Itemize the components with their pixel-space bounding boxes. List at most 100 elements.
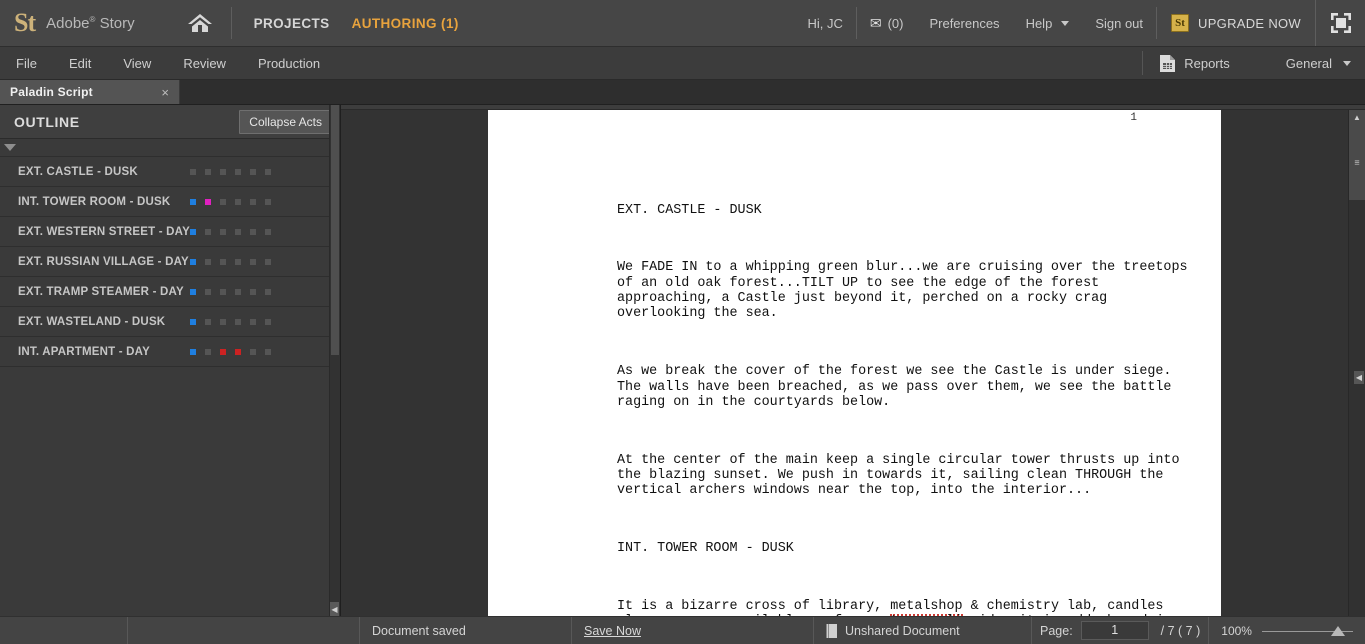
menu-production[interactable]: Production — [242, 47, 336, 80]
outline-dot-0[interactable] — [190, 168, 196, 175]
menu-file[interactable]: File — [0, 47, 53, 80]
outline-dot-4[interactable] — [250, 348, 256, 355]
outline-dot-0[interactable] — [190, 288, 196, 295]
nav-projects[interactable]: PROJECTS — [254, 16, 330, 31]
outline-dot-5[interactable] — [265, 288, 271, 295]
messages-button[interactable]: ✉ (0) — [857, 15, 917, 32]
outline-dot-3[interactable] — [235, 288, 241, 295]
outline-dot-0[interactable] — [190, 198, 196, 205]
script-page[interactable]: 1 EXT. CASTLE - DUSK We FADE IN to a whi… — [488, 110, 1221, 616]
outline-dot-1[interactable] — [205, 168, 211, 175]
outline-dot-3[interactable] — [235, 318, 241, 325]
outline-dot-2[interactable] — [220, 318, 226, 325]
outline-dot-1[interactable] — [205, 318, 211, 325]
save-now-cell: Save Now — [572, 617, 814, 644]
outline-item-dots — [190, 228, 271, 235]
tab-paladin-script[interactable]: Paladin Script × — [0, 80, 180, 104]
outline-item-dots — [190, 258, 271, 265]
save-now-link[interactable]: Save Now — [584, 624, 641, 638]
help-menu[interactable]: Help — [1013, 16, 1083, 31]
zoom-slider[interactable] — [1261, 624, 1353, 638]
outline-item-dots — [190, 198, 271, 205]
outline-dot-1[interactable] — [205, 228, 211, 235]
triangle-down-icon[interactable] — [4, 144, 16, 151]
script-text-body[interactable]: EXT. CASTLE - DUSK We FADE IN to a whipp… — [617, 172, 1191, 616]
upgrade-now-button[interactable]: St UPGRADE NOW — [1157, 14, 1315, 32]
outline-item-label: EXT. TRAMP STEAMER - DAY — [18, 285, 184, 298]
outline-dot-2[interactable] — [220, 198, 226, 205]
sidebar-resize-handle[interactable]: ◀ — [330, 602, 339, 616]
menu-view[interactable]: View — [107, 47, 167, 80]
outline-dot-4[interactable] — [250, 258, 256, 265]
outline-act-toggle-row — [0, 139, 340, 157]
reports-button[interactable]: Reports — [1142, 51, 1246, 75]
document-scrollbar[interactable]: ▲ ≡ ◀ — [1348, 110, 1365, 616]
outline-item-dots — [190, 168, 271, 175]
scroll-up-arrow-icon[interactable]: ▲ — [1349, 110, 1365, 125]
outline-dot-1[interactable] — [205, 258, 211, 265]
panel-resize-handle[interactable]: ◀ — [1354, 371, 1364, 384]
messages-count: (0) — [887, 15, 904, 31]
brand-adobe-text: Adobe — [46, 14, 90, 32]
outline-dot-5[interactable] — [265, 318, 271, 325]
outline-dot-5[interactable] — [265, 348, 271, 355]
outline-dot-2[interactable] — [220, 168, 226, 175]
outline-dot-2[interactable] — [220, 228, 226, 235]
zoom-slider-knob[interactable] — [1331, 625, 1346, 636]
outline-dot-3[interactable] — [235, 198, 241, 205]
outline-dot-5[interactable] — [265, 198, 271, 205]
page-navigation-cell: Page: 1 / 7 ( 7 ) — [1032, 617, 1210, 644]
outline-item-3[interactable]: EXT. RUSSIAN VILLAGE - DAY — [0, 247, 340, 277]
outline-dot-3[interactable] — [235, 168, 241, 175]
brand-name: Adobe® Story — [46, 14, 135, 32]
outline-dot-4[interactable] — [250, 318, 256, 325]
menu-edit[interactable]: Edit — [53, 47, 107, 80]
outline-dot-5[interactable] — [265, 228, 271, 235]
outline-dot-3[interactable] — [235, 348, 241, 355]
page-number-input[interactable]: 1 — [1080, 621, 1149, 640]
sidebar-scrollbar[interactable]: ◀ — [329, 105, 340, 616]
collapse-acts-button[interactable]: Collapse Acts — [239, 109, 332, 134]
outline-item-5[interactable]: EXT. WASTELAND - DUSK — [0, 307, 340, 337]
outline-dot-1[interactable] — [205, 348, 211, 355]
status-cell-blank — [128, 617, 360, 644]
outline-dot-4[interactable] — [250, 288, 256, 295]
sign-out-link[interactable]: Sign out — [1082, 16, 1156, 31]
primary-nav: PROJECTS AUTHORING (1) — [232, 16, 459, 31]
outline-dot-1[interactable] — [205, 198, 211, 205]
view-mode-select[interactable]: General — [1246, 56, 1365, 71]
outline-dot-4[interactable] — [250, 168, 256, 175]
outline-item-6[interactable]: INT. APARTMENT - DAY — [0, 337, 340, 367]
outline-dot-0[interactable] — [190, 258, 196, 265]
outline-item-0[interactable]: EXT. CASTLE - DUSK — [0, 157, 340, 187]
outline-dot-5[interactable] — [265, 168, 271, 175]
fullscreen-button[interactable] — [1315, 0, 1365, 46]
outline-dot-3[interactable] — [235, 258, 241, 265]
outline-dot-2[interactable] — [220, 258, 226, 265]
outline-item-4[interactable]: EXT. TRAMP STEAMER - DAY — [0, 277, 340, 307]
outline-dot-1[interactable] — [205, 288, 211, 295]
action-block: As we break the cover of the forest we s… — [617, 364, 1180, 410]
nav-authoring[interactable]: AUTHORING (1) — [352, 16, 459, 31]
sidebar-scrollbar-thumb[interactable] — [331, 105, 339, 355]
outline-dot-0[interactable] — [190, 228, 196, 235]
preferences-link[interactable]: Preferences — [916, 16, 1012, 31]
menu-review[interactable]: Review — [167, 47, 242, 80]
outline-dot-5[interactable] — [265, 258, 271, 265]
share-status-cell[interactable]: Unshared Document — [814, 617, 1032, 644]
outline-item-label: EXT. CASTLE - DUSK — [18, 165, 138, 178]
close-icon[interactable]: × — [161, 86, 169, 99]
outline-dot-3[interactable] — [235, 228, 241, 235]
document-scrollbar-thumb[interactable]: ≡ — [1349, 125, 1365, 200]
home-button[interactable] — [169, 12, 231, 34]
user-greeting: Hi, JC — [807, 15, 843, 31]
outline-dot-0[interactable] — [190, 348, 196, 355]
outline-dot-4[interactable] — [250, 198, 256, 205]
outline-dot-2[interactable] — [220, 348, 226, 355]
outline-dot-2[interactable] — [220, 288, 226, 295]
outline-item-1[interactable]: INT. TOWER ROOM - DUSK — [0, 187, 340, 217]
view-mode-label: General — [1285, 55, 1332, 71]
outline-dot-0[interactable] — [190, 318, 196, 325]
outline-item-2[interactable]: EXT. WESTERN STREET - DAY — [0, 217, 340, 247]
outline-dot-4[interactable] — [250, 228, 256, 235]
